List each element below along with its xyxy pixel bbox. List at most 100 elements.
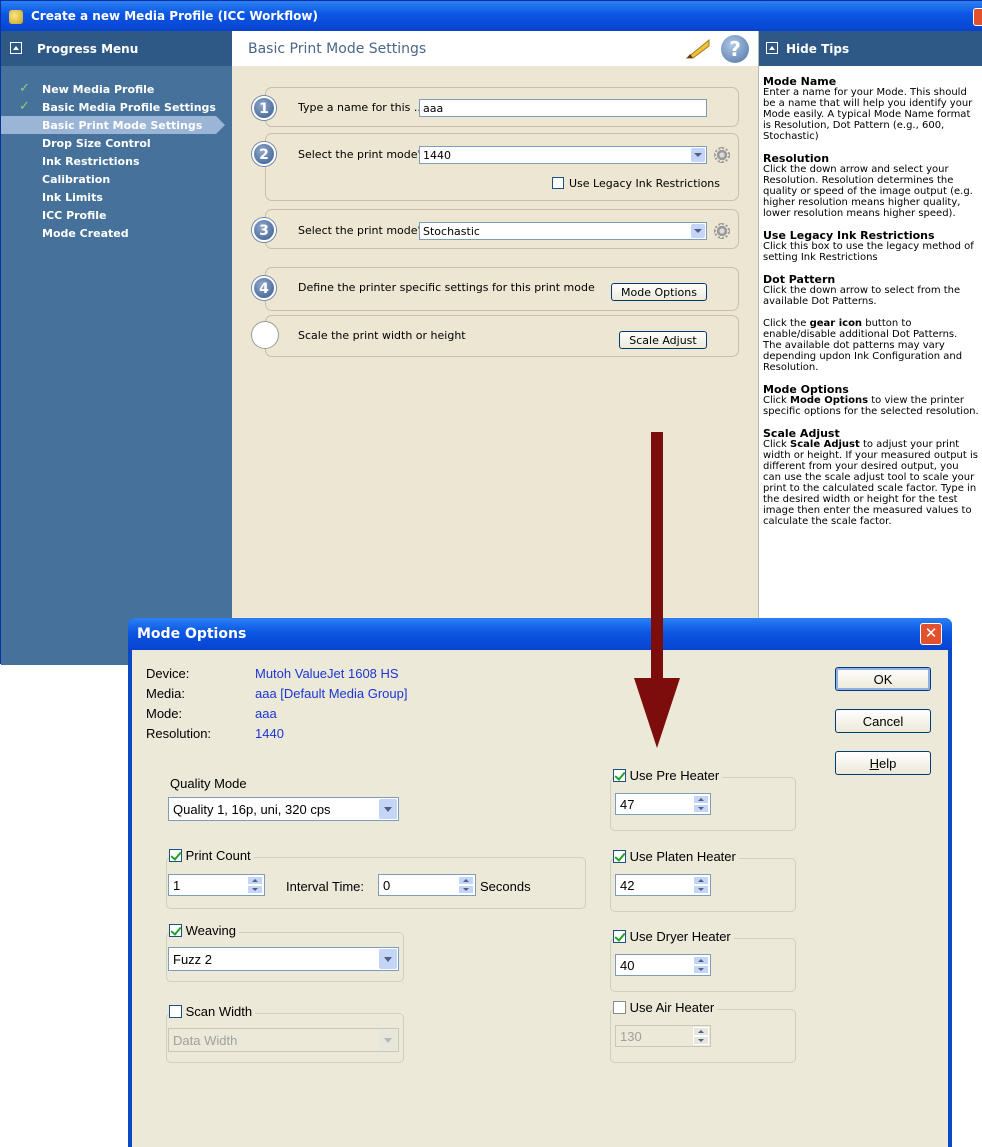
nav-item-icc-profile[interactable]: ICC Profile [1,206,232,224]
scale-adjust-button[interactable]: Scale Adjust [619,331,707,349]
weaving-label: Weaving [185,923,236,938]
air-heater-checkbox[interactable] [613,1001,626,1014]
gear-icon[interactable] [714,147,730,163]
nav-item-ink-limits[interactable]: Ink Limits [1,188,232,206]
spinner-icon[interactable] [458,876,474,894]
dialog-title: Mode Options [137,626,247,642]
legacy-ink-restrictions-label: Use Legacy Ink Restrictions [569,177,720,190]
cancel-button[interactable]: Cancel [835,709,931,733]
nav-item-label: Basic Print Mode Settings [42,119,203,132]
dot-pattern-select-value: Stochastic [423,225,480,238]
close-icon[interactable]: ✕ [920,623,942,645]
nav-item-mode-created[interactable]: Mode Created [1,224,232,242]
main-panel-header: Basic Print Mode Settings ? [232,31,758,66]
progress-menu-header[interactable]: Progress Menu [1,31,232,66]
step-number [252,322,278,348]
dryer-heater-label: Use Dryer Heater [629,929,731,944]
quality-mode-select[interactable]: Quality 1, 16p, uni, 320 cps [168,797,399,821]
spinner-icon[interactable] [693,795,709,813]
spinner-icon [693,1027,709,1045]
step-number: 1 [252,96,276,120]
pre-heater-legend: Use Pre Heater [613,768,723,783]
check-icon: ✓ [19,81,30,96]
hide-tips-header[interactable]: Hide Tips [759,31,982,66]
interval-time-value: 0 [383,878,391,893]
scan-width-checkbox[interactable] [169,1005,182,1018]
weaving-select[interactable]: Fuzz 2 [168,947,399,971]
print-count-checkbox[interactable] [169,849,182,862]
step-label: Scale the print width or height [298,329,466,342]
nav-item-label: Ink Limits [42,191,103,204]
tip-title: Resolution [763,152,830,165]
step-resolution: 2 Select the print mode'... 1440 Use Leg… [252,133,739,201]
step-mode-name: 1 Type a name for this ... aaa [252,87,739,127]
air-heater-label: Use Air Heater [629,1000,715,1015]
platen-heater-label: Use Platen Heater [629,849,736,864]
hide-tips-label: Hide Tips [786,42,850,56]
wizard-window: Create a new Media Profile (ICC Workflow… [0,0,982,665]
nav-item-calibration[interactable]: Calibration [1,170,232,188]
mode-options-button[interactable]: Mode Options [611,283,707,301]
help-icon[interactable]: ? [721,35,749,63]
dot-pattern-select[interactable]: Stochastic [419,222,707,240]
nav-item-drop-size-control[interactable]: Drop Size Control [1,134,232,152]
tip-text: Click this box to use the legacy method … [763,241,974,263]
nav-item-ink-restrictions[interactable]: Ink Restrictions [1,152,232,170]
platen-heater-input[interactable]: 42 [615,874,711,896]
spinner-icon[interactable] [693,876,709,894]
step-mode-options: 4 Define the printer specific settings f… [252,267,739,311]
chevron-down-icon [691,148,705,162]
seconds-label: Seconds [480,879,531,894]
interval-time-label: Interval Time: [286,879,365,894]
nav-item-basic-media-profile-settings[interactable]: ✓ Basic Media Profile Settings [1,98,232,116]
tip-title: Mode Name [763,75,837,88]
pre-heater-value: 47 [620,797,635,812]
spinner-icon[interactable] [693,956,709,974]
dryer-heater-input[interactable]: 40 [615,954,711,976]
interval-time-input[interactable]: 0 [378,874,476,896]
step-number: 4 [252,276,276,300]
tip-text: Enter a name for your Mode. This should … [763,87,973,142]
ok-button[interactable]: OK [835,667,931,691]
tip-text: Click Mode Options to view the printer s… [763,395,979,417]
weaving-checkbox[interactable] [169,924,182,937]
pre-heater-input[interactable]: 47 [615,793,711,815]
print-count-legend: Print Count [169,848,254,863]
progress-menu: Progress Menu ✓ New Media Profile ✓ Basi… [1,31,232,665]
scan-width-select: Data Width [168,1028,399,1052]
scan-width-legend: Scan Width [169,1004,256,1019]
platen-heater-value: 42 [620,878,635,893]
step-label: Select the print mode'... [298,224,432,237]
resolution-select-value: 1440 [423,149,451,162]
step-number: 3 [252,218,276,242]
tips-content: Mode Name Enter a name for your Mode. Th… [759,66,982,527]
tip-text: Click the down arrow to select from the … [763,285,961,307]
nav-item-new-media-profile[interactable]: ✓ New Media Profile [1,80,232,98]
tip-text: Click Scale Adjust to adjust your print … [763,439,978,527]
check-icon: ✓ [19,99,30,114]
spinner-icon[interactable] [247,876,263,894]
tips-panel: Hide Tips Mode Name Enter a name for you… [758,31,982,665]
media-value: aaa [Default Media Group] [255,686,408,701]
nav-item-basic-print-mode-settings[interactable]: Basic Print Mode Settings [1,116,225,134]
gear-icon[interactable] [714,223,730,239]
resolution-select[interactable]: 1440 [419,146,707,164]
window-title: Create a new Media Profile (ICC Workflow… [31,9,318,23]
pre-heater-checkbox[interactable] [613,769,626,782]
collapse-icon [10,42,22,54]
print-count-input[interactable]: 1 [168,874,265,896]
app-icon [9,10,23,24]
print-count-value: 1 [173,878,181,893]
window-close-button[interactable] [973,8,982,26]
mode-name-input[interactable]: aaa [419,99,707,117]
platen-heater-checkbox[interactable] [613,850,626,863]
dryer-heater-checkbox[interactable] [613,930,626,943]
tip-title: Use Legacy Ink Restrictions [763,229,935,242]
help-button[interactable]: Help [835,751,931,775]
device-value: Mutoh ValueJet 1608 HS [255,666,399,681]
mode-label: Mode: [146,706,183,721]
dialog-titlebar: Mode Options [128,618,952,650]
legacy-ink-restrictions-checkbox[interactable] [552,177,564,189]
tip-title: Scale Adjust [763,427,840,440]
pencil-icon[interactable] [685,38,711,60]
